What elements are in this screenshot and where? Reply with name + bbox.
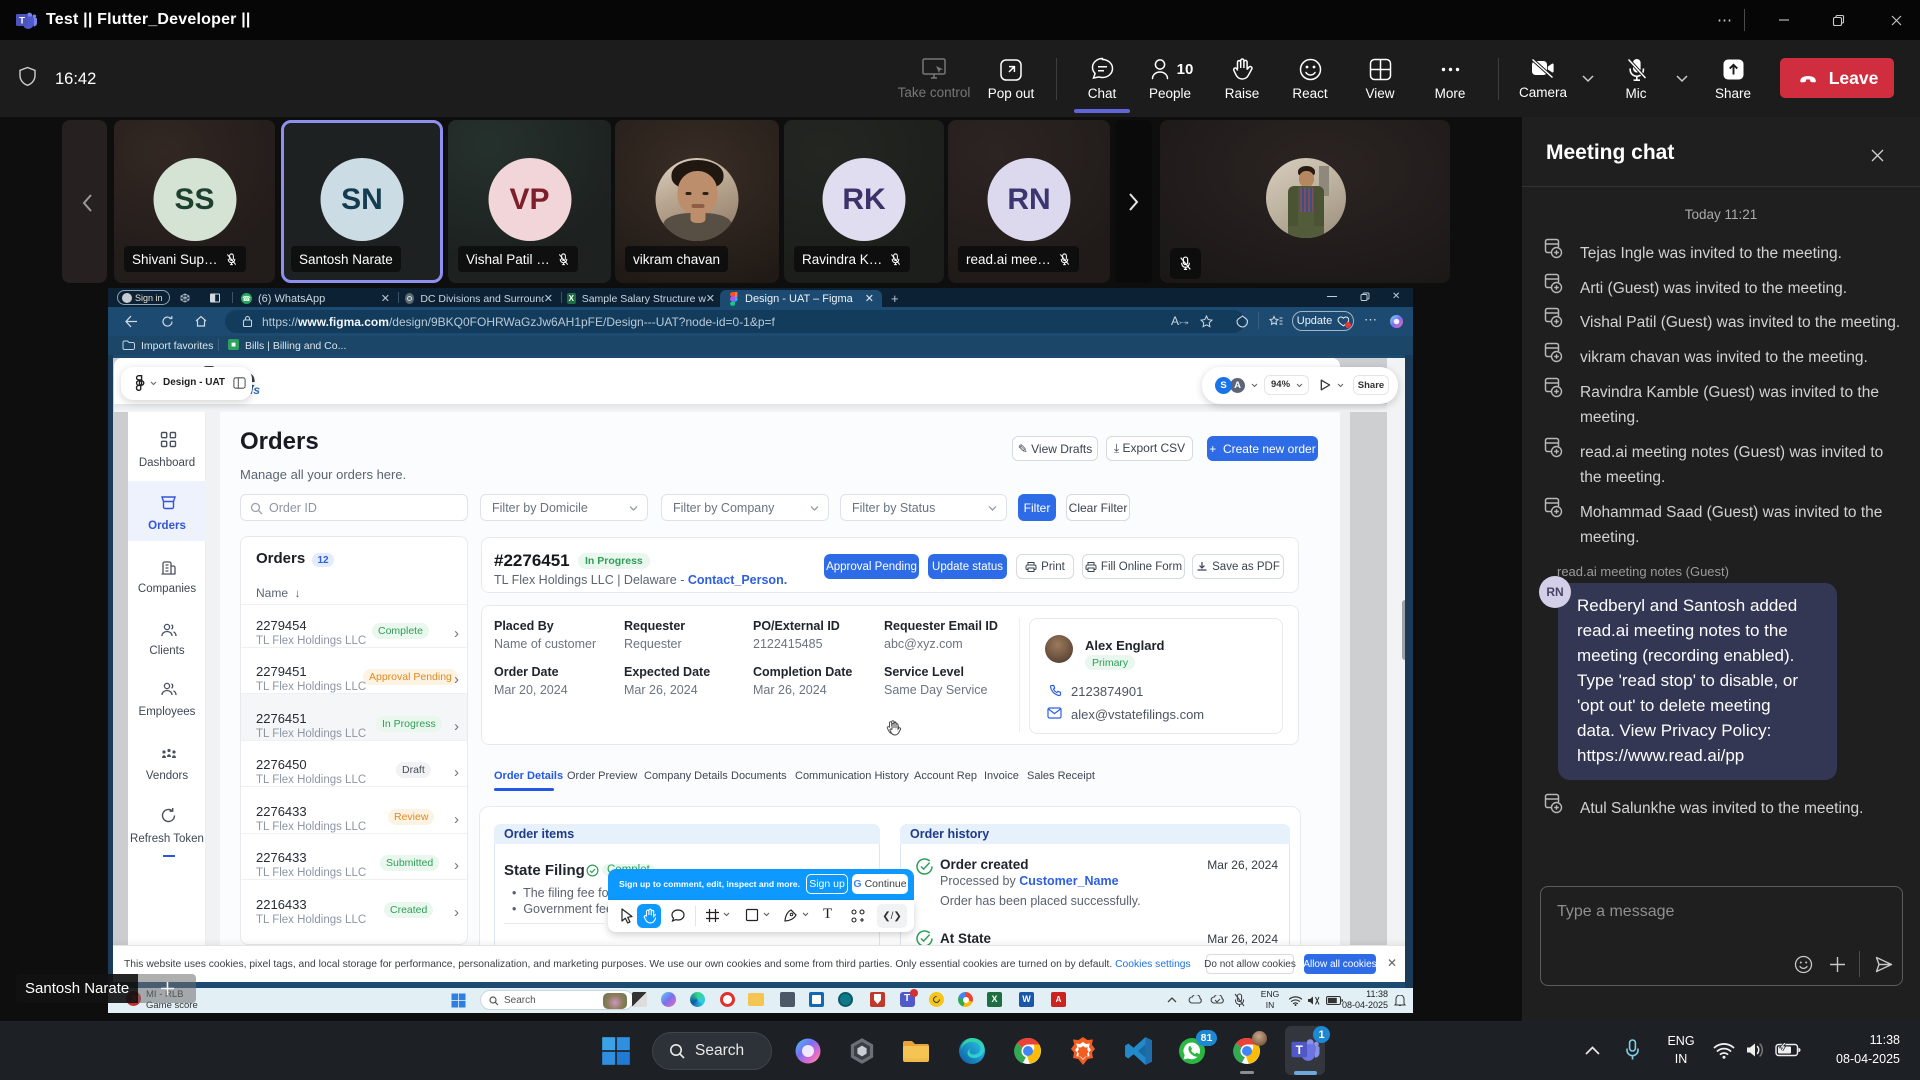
svg-text:T: T (1296, 1043, 1304, 1057)
svg-text:T: T (19, 16, 25, 27)
